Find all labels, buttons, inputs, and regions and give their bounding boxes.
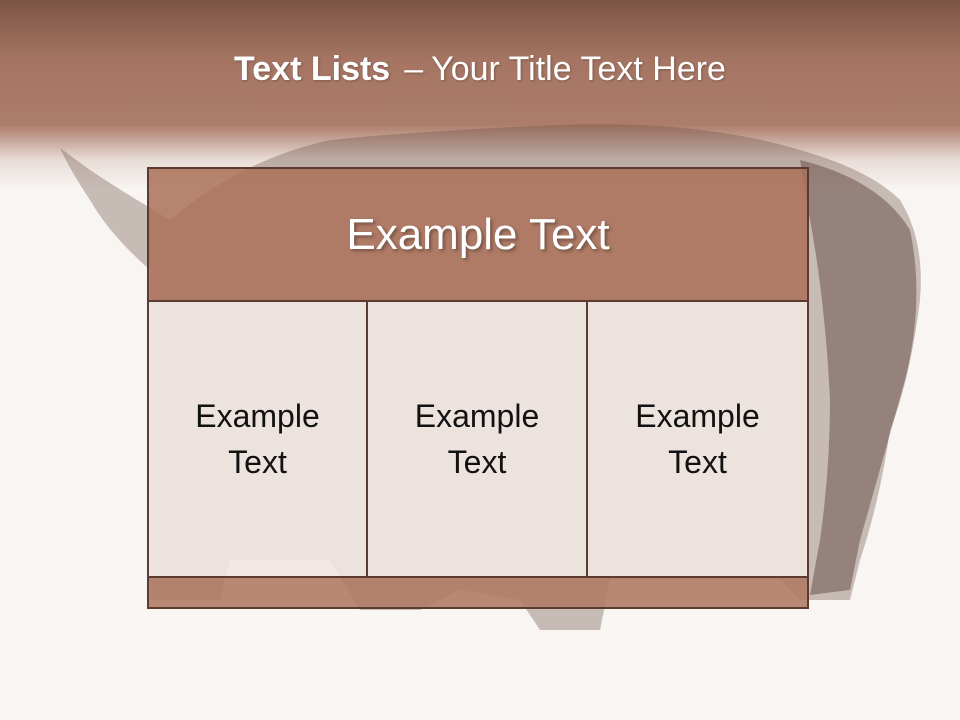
header-cell[interactable]: Example Text [149, 169, 807, 302]
title-bold: Text Lists [234, 50, 391, 88]
column-cell-3[interactable]: Example Text [588, 302, 807, 576]
column-cell-text: Example Text [635, 398, 760, 480]
text-list-table: Example Text Example Text Example Text E… [147, 167, 809, 609]
column-cell-text: Example Text [195, 398, 320, 480]
title-separator: – [404, 50, 424, 88]
slide-title: Text Lists – Your Title Text Here [0, 50, 960, 89]
header-cell-text: Example Text [346, 209, 610, 259]
footer-bar [149, 576, 807, 607]
title-subtitle: Your Title Text Here [431, 50, 726, 88]
column-cell-2[interactable]: Example Text [368, 302, 588, 576]
column-cell-1[interactable]: Example Text [149, 302, 368, 576]
column-cell-text: Example Text [414, 398, 540, 480]
